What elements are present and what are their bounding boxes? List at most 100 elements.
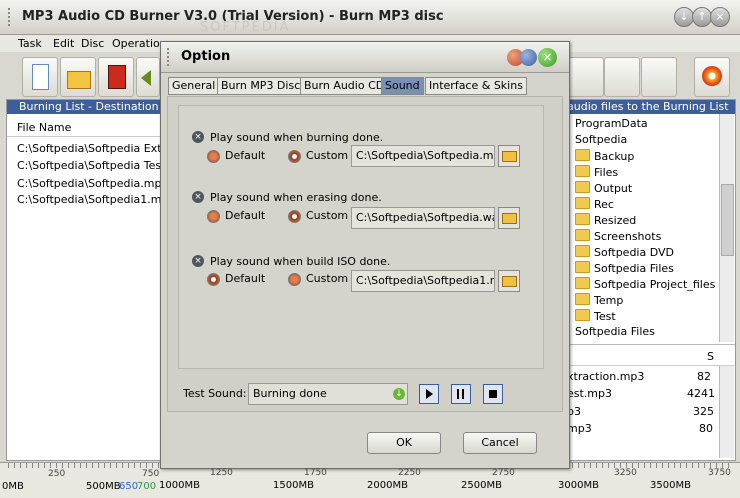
ruler-tick-label: 1250: [210, 468, 233, 478]
table-row[interactable]: est.mp3 4241: [567, 385, 717, 401]
tree-item-softpedia[interactable]: Softpedia: [575, 133, 627, 146]
list-item[interactable]: C:\Softpedia\Softpedia1.mp3: [17, 193, 175, 206]
tree-item-folder[interactable]: Softpedia Project_files: [575, 277, 715, 291]
tree-item-label: Files: [594, 166, 619, 179]
tree-item-folder[interactable]: Rec: [575, 197, 614, 211]
tab-general[interactable]: General: [168, 77, 220, 95]
tree-item-label: Test: [594, 310, 616, 323]
table-row[interactable]: xtraction.mp3 82: [567, 368, 717, 384]
ruler-mid-section: 1000MB 1250 1500MB 1750 2000MB 2250 2500…: [159, 468, 568, 497]
iso-custom-radio[interactable]: [288, 273, 301, 286]
tree-item-label: Softpedia Files: [594, 262, 674, 275]
tab-burn-audio-cd[interactable]: Burn Audio CD: [300, 77, 389, 95]
file-name-column-label: File Name: [17, 121, 72, 134]
cancel-button[interactable]: Cancel: [463, 432, 537, 454]
tree-scrollbar-thumb[interactable]: [721, 184, 734, 256]
open-folder-icon: [502, 276, 517, 287]
file-list-scrollbar[interactable]: [719, 366, 734, 458]
arrow-icon: [141, 70, 151, 86]
tree-item-folder[interactable]: Screenshots: [575, 229, 661, 243]
erasing-browse-button[interactable]: [498, 207, 520, 229]
burning-default-radio[interactable]: [207, 150, 220, 163]
ok-button[interactable]: OK: [367, 432, 441, 454]
folder-icon: [575, 293, 590, 305]
chevron-down-icon[interactable]: ↓: [393, 388, 405, 400]
ruler-label-650: 650: [119, 481, 139, 492]
erasing-sound-path-field[interactable]: C:\Softpedia\Softpedia.wav: [351, 207, 495, 229]
dialog-title-bar: Option ×: [161, 42, 569, 73]
folder-icon: [575, 309, 590, 321]
tree-item-folder[interactable]: Temp: [575, 293, 623, 307]
minimize-button[interactable]: ↓: [674, 7, 694, 27]
burning-browse-button[interactable]: [498, 145, 520, 167]
ruler-tick-label: 3250: [614, 468, 637, 478]
tree-item-label: Screenshots: [594, 230, 662, 243]
tree-item-label: Output: [594, 182, 633, 195]
new-project-button[interactable]: [22, 57, 58, 97]
list-item[interactable]: C:\Softpedia\Softpedia.mp3: [17, 177, 168, 190]
tree-item-folder[interactable]: Softpedia Files: [575, 261, 674, 275]
toolbar-button-6[interactable]: [604, 57, 640, 97]
folder-icon: [575, 229, 590, 241]
tree-item-label: Backup: [594, 150, 635, 163]
tree-item-folder[interactable]: Softpedia DVD: [575, 245, 674, 259]
tree-item-folder[interactable]: Test: [575, 309, 616, 323]
table-row[interactable]: mp3 80: [567, 420, 717, 436]
stop-button[interactable]: [483, 384, 503, 404]
tab-burn-mp3-disc[interactable]: Burn MP3 Disc: [217, 77, 305, 95]
dialog-close-icon[interactable]: ×: [538, 48, 557, 67]
play-button[interactable]: [419, 384, 439, 404]
maximize-button[interactable]: ↑: [692, 7, 712, 27]
ruler-tick-label: 2250: [398, 468, 421, 478]
next-button[interactable]: [136, 57, 160, 97]
toolbar-button-5[interactable]: [568, 57, 604, 97]
burning-custom-label: Custom: [306, 149, 349, 162]
menu-task[interactable]: Task: [18, 37, 42, 50]
folder-icon: [575, 277, 590, 289]
dialog-restore-icon[interactable]: [520, 49, 537, 66]
tab-interface-skins[interactable]: Interface & Skins: [425, 77, 527, 95]
tree-item-folder[interactable]: Backup: [575, 149, 634, 163]
menu-disc[interactable]: Disc: [81, 37, 104, 50]
ruler-right-section: 3000MB 3250 3500MB 3750: [558, 462, 740, 497]
save-button[interactable]: [98, 57, 134, 97]
test-sound-select[interactable]: Burning done ↓: [248, 383, 408, 405]
close-button[interactable]: ×: [710, 7, 730, 27]
erasing-default-label: Default: [225, 209, 266, 222]
burn-button[interactable]: [694, 57, 730, 97]
pause-button[interactable]: [451, 384, 471, 404]
table-row[interactable]: p3 325: [567, 403, 717, 419]
file-name-column-header[interactable]: File Name: [7, 116, 161, 137]
menu-edit[interactable]: Edit: [53, 37, 74, 50]
iso-sound-path-field[interactable]: C:\Softpedia\Softpedia1.mp3: [351, 270, 495, 292]
tab-sound[interactable]: Sound: [381, 77, 424, 95]
folder-icon: [575, 261, 590, 273]
burning-sound-path-field[interactable]: C:\Softpedia\Softpedia.mp3: [351, 145, 495, 167]
file-browser-panel: audio files to the Burning List ProgramD…: [566, 99, 736, 461]
tree-item-programdata[interactable]: ProgramData: [575, 117, 648, 130]
file-name-cell: est.mp3: [567, 387, 613, 400]
tree-item-folder[interactable]: Files: [575, 165, 618, 179]
iso-done-checkbox[interactable]: ×: [192, 255, 204, 267]
tree-item-folder[interactable]: Output: [575, 181, 632, 195]
erasing-custom-radio[interactable]: [288, 210, 301, 223]
test-sound-label: Test Sound:: [183, 387, 247, 400]
iso-browse-button[interactable]: [498, 270, 520, 292]
burning-done-checkbox[interactable]: ×: [192, 131, 204, 143]
ruler-tick-label: 3750: [708, 468, 731, 478]
iso-default-radio[interactable]: [207, 273, 220, 286]
burning-default-label: Default: [225, 149, 266, 162]
erasing-default-radio[interactable]: [207, 210, 220, 223]
toolbar-button-7[interactable]: [641, 57, 677, 97]
menu-operation[interactable]: Operatio: [112, 37, 160, 50]
tree-item-label: Softpedia DVD: [594, 246, 675, 259]
size-column-header[interactable]: S: [567, 344, 735, 366]
erasing-done-checkbox[interactable]: ×: [192, 191, 204, 203]
tree-scrollbar[interactable]: [719, 114, 734, 342]
erasing-custom-label: Custom: [306, 209, 349, 222]
burning-custom-radio[interactable]: [288, 150, 301, 163]
open-button[interactable]: [60, 57, 96, 97]
tree-item-folder[interactable]: Resized: [575, 213, 636, 227]
tree-item-softpedia-files[interactable]: Softpedia Files: [575, 325, 655, 338]
burning-done-label: Play sound when burning done.: [210, 131, 384, 144]
